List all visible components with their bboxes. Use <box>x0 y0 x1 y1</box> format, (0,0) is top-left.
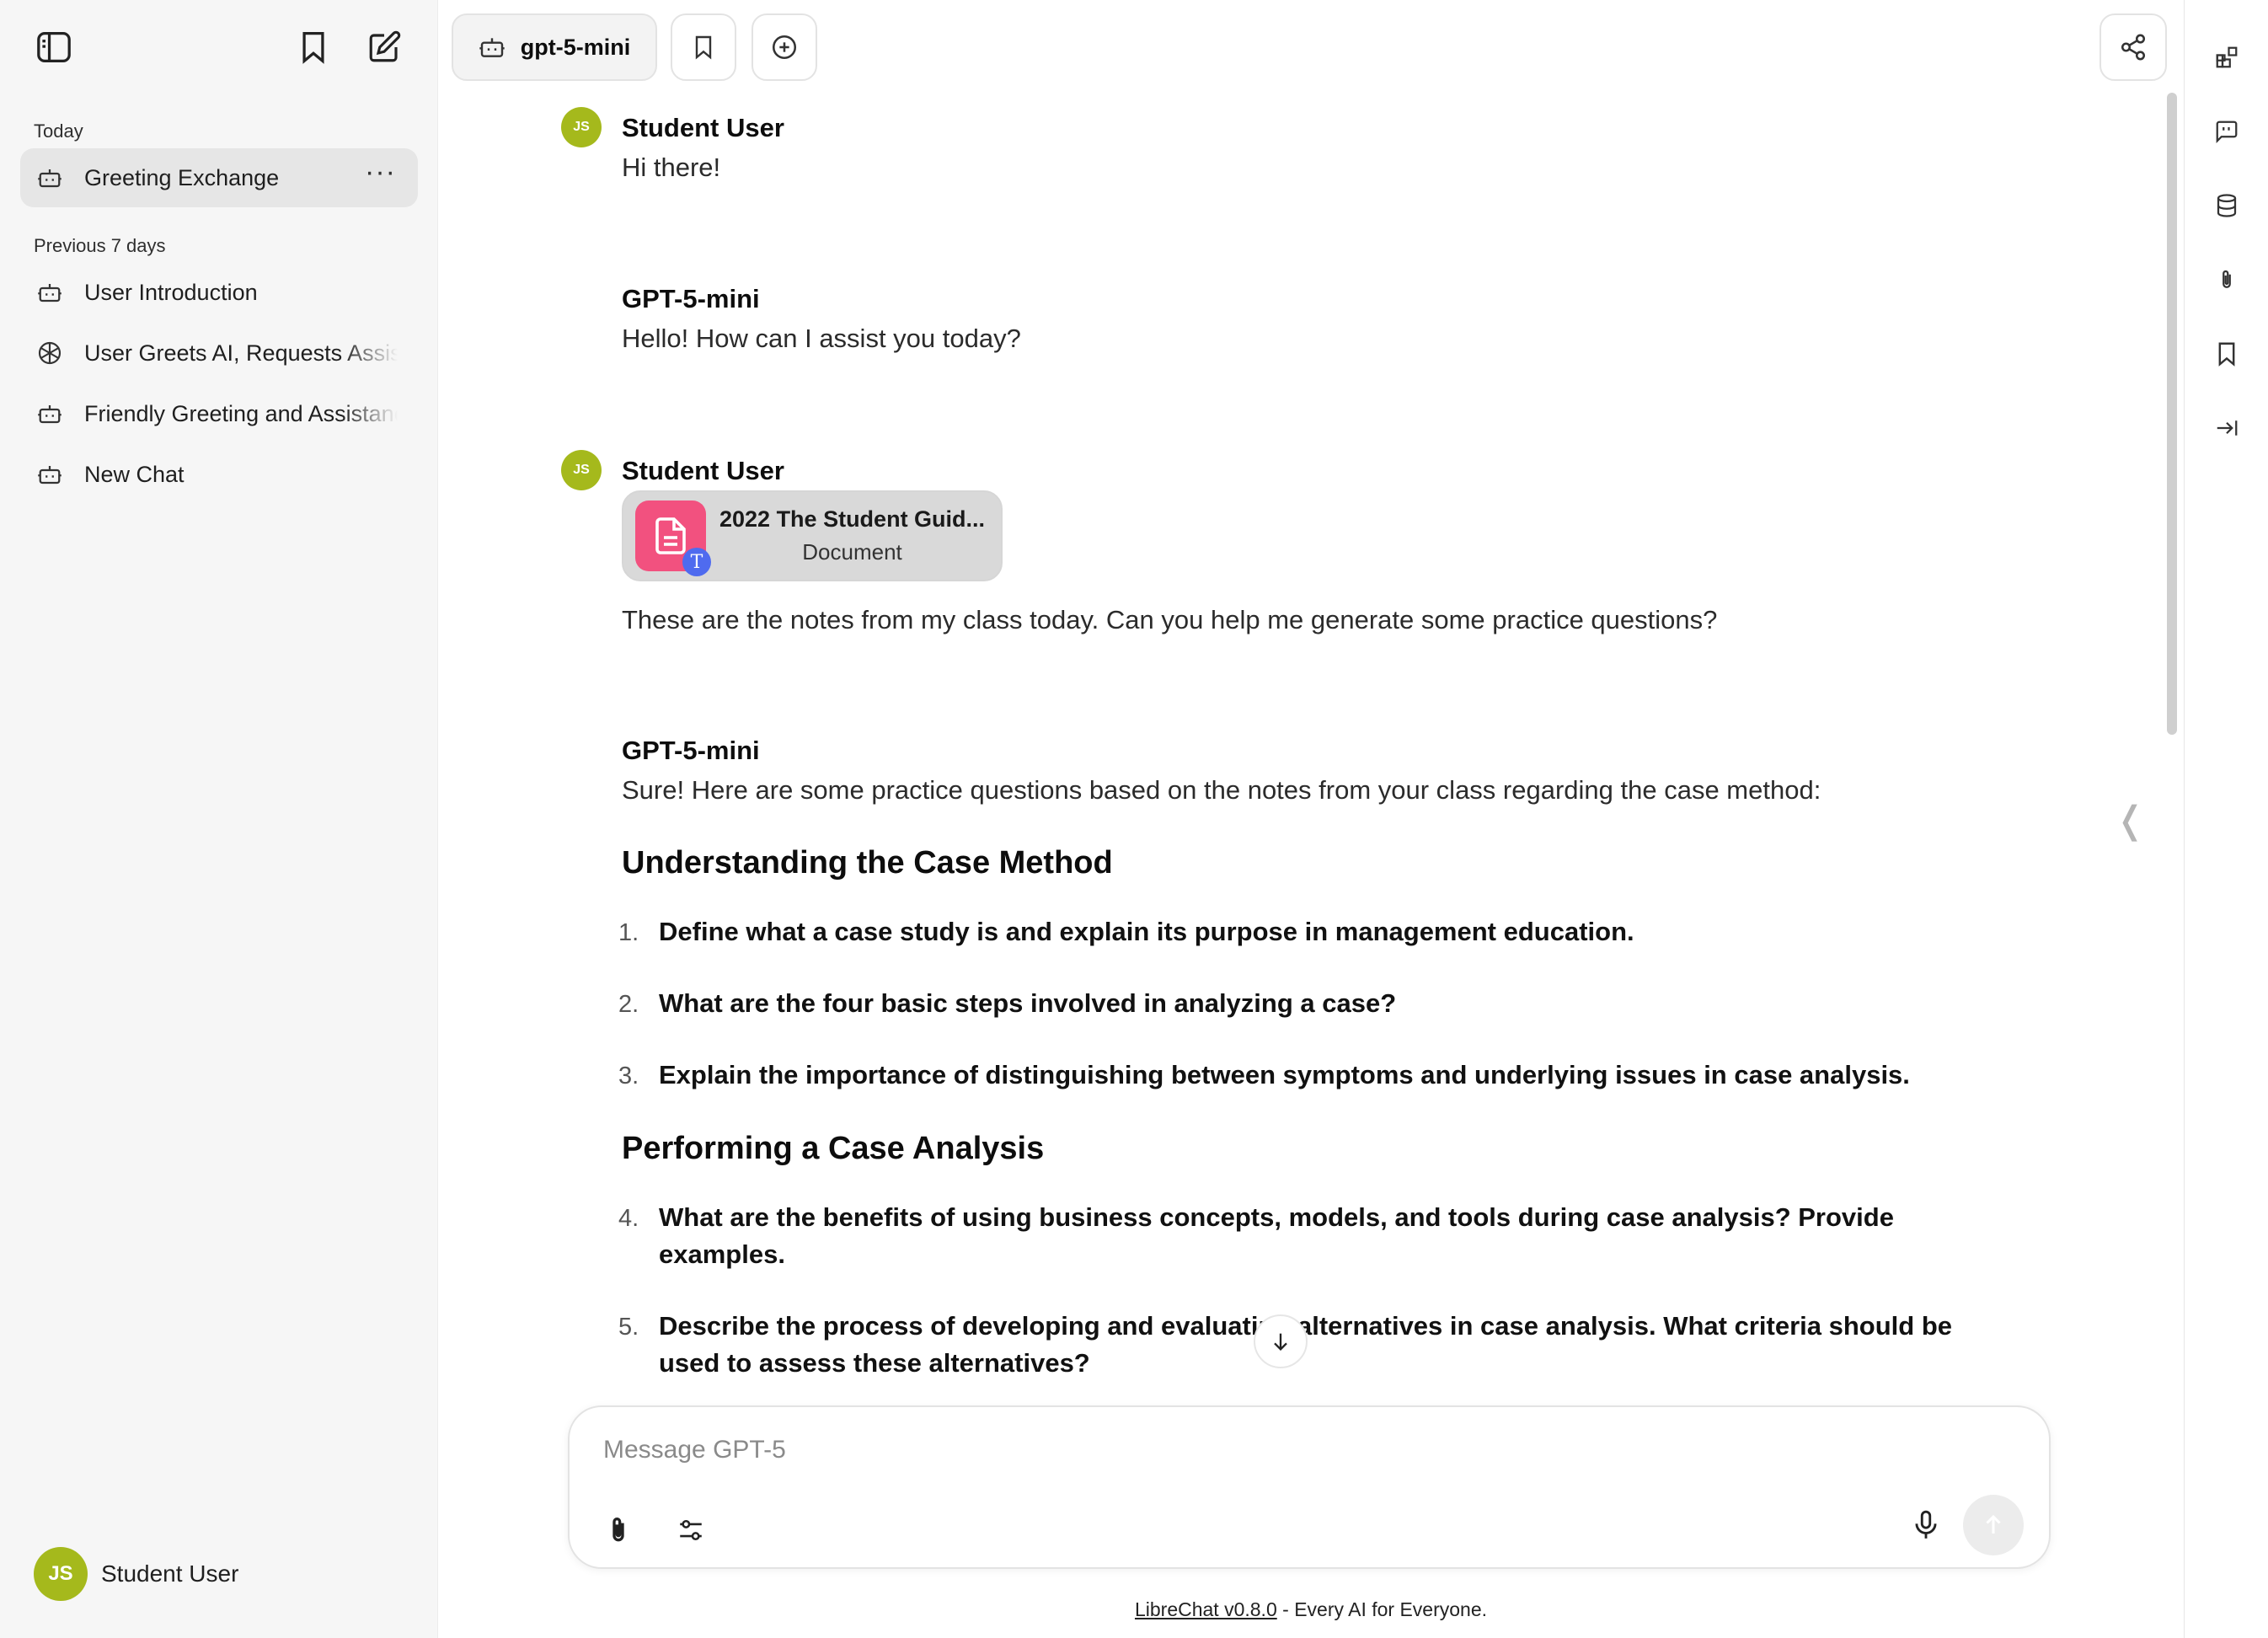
footer: LibreChat v0.8.0 - Every AI for Everyone… <box>438 1598 2184 1621</box>
sidebar-item-label: New Chat <box>84 461 185 487</box>
plus-circle-icon <box>772 35 797 60</box>
list-number: 5. <box>618 1314 639 1341</box>
message-text: These are the notes from my class today.… <box>622 605 1718 634</box>
collapse-panel-button[interactable] <box>2210 411 2244 445</box>
paperclip-icon <box>2223 270 2231 288</box>
share-button[interactable] <box>2100 13 2167 81</box>
sidebar-item-label: Friendly Greeting and Assistance <box>84 400 398 426</box>
microphone-icon <box>1915 1510 1937 1539</box>
arrow-right-to-line-icon <box>2217 420 2238 436</box>
sidebar-item-label: Greeting Exchange <box>84 164 280 190</box>
paperclip-icon <box>612 1518 624 1542</box>
new-chat-icon <box>369 30 401 62</box>
sidebar-item-user-greets-ai[interactable]: User Greets AI, Requests Assistance <box>20 324 418 383</box>
message-text: Hello! How can I assist you today? <box>622 324 1021 353</box>
file-attachment-card[interactable]: T 2022 The Student Guid... Document <box>622 490 1003 581</box>
avatar: JS <box>34 1547 88 1601</box>
chat-scrollbar[interactable] <box>2167 93 2177 735</box>
model-selector-button[interactable]: gpt-5-mini <box>452 13 657 81</box>
bot-icon <box>35 278 64 307</box>
message-input[interactable] <box>603 1436 1951 1464</box>
message-author: GPT-5-mini <box>622 736 760 765</box>
arrow-down-icon <box>1274 1333 1287 1351</box>
sidebar-item-friendly-greeting[interactable]: Friendly Greeting and Assistance <box>20 384 418 443</box>
footer-tagline: - Every AI for Everyone. <box>1276 1598 1488 1620</box>
message-text: Sure! Here are some practice questions b… <box>622 775 1821 805</box>
sidebar-item-label: User Introduction <box>84 279 258 305</box>
sidebar-item-label: User Greets AI, Requests Assistance <box>84 340 398 366</box>
bot-icon <box>35 460 64 489</box>
bookmarks-button[interactable] <box>288 24 339 71</box>
file-name: 2022 The Student Guid... <box>719 506 986 532</box>
message-author: GPT-5-mini <box>622 284 760 313</box>
document-icon: T <box>635 500 711 576</box>
add-model-button[interactable] <box>752 13 817 81</box>
share-icon <box>2121 34 2146 61</box>
section-previous-7-days: Previous 7 days <box>34 235 166 256</box>
section-heading: Performing a Case Analysis <box>622 1131 1045 1166</box>
message-author: Student User <box>622 113 784 142</box>
tools-settings-button[interactable] <box>666 1505 716 1555</box>
voice-input-button[interactable] <box>1901 1500 1951 1550</box>
bookmark-icon <box>302 32 324 64</box>
attach-file-button[interactable] <box>593 1505 644 1555</box>
user-menu[interactable]: JS Student User <box>34 1547 238 1601</box>
avatar: JS <box>561 450 602 490</box>
model-label: gpt-5-mini <box>520 34 631 60</box>
sliders-icon <box>680 1519 702 1541</box>
bookmark-icon <box>2218 342 2235 367</box>
list-number: 3. <box>618 1063 639 1089</box>
file-info: 2022 The Student Guid... Document <box>719 506 985 565</box>
agent-builder-button[interactable] <box>2210 40 2244 74</box>
list-number: 1. <box>618 919 639 946</box>
sidebar-item-user-introduction[interactable]: User Introduction <box>20 263 418 322</box>
list-item: Describe the process of developing and e… <box>659 1311 1952 1378</box>
list-item: Define what a case study is and explain … <box>659 917 1634 946</box>
avatar: JS <box>561 107 602 147</box>
file-type-badge: T <box>682 548 711 576</box>
scroll-to-bottom-button[interactable] <box>1254 1314 1308 1368</box>
arrow-up-icon <box>1986 1514 2001 1534</box>
bookmarks-panel-button[interactable] <box>2210 337 2244 371</box>
list-item: Explain the importance of distinguishing… <box>659 1060 1910 1089</box>
message-square-quote-icon <box>2216 120 2238 143</box>
message-composer <box>568 1405 2051 1569</box>
more-options-icon[interactable]: ··· <box>365 158 396 186</box>
bookmark-icon <box>695 35 712 60</box>
memories-button[interactable] <box>2210 189 2244 222</box>
section-heading: Understanding the Case Method <box>622 845 1113 881</box>
list-number: 4. <box>618 1205 639 1232</box>
database-icon <box>2217 194 2237 217</box>
file-type: Document <box>802 539 902 565</box>
toggle-sidebar-button[interactable] <box>29 24 79 71</box>
user-name: Student User <box>101 1560 239 1587</box>
message-author: Student User <box>622 456 784 485</box>
bot-icon <box>35 163 64 192</box>
sidebar: Today Greeting Exchange ··· Previous 7 d… <box>0 0 438 1638</box>
right-side-panel <box>2184 0 2268 1638</box>
bot-icon <box>479 38 505 57</box>
bookmark-conversation-button[interactable] <box>671 13 736 81</box>
section-today: Today <box>34 120 83 142</box>
message-text: Hi there! <box>622 153 721 182</box>
blocks-icon <box>2216 46 2238 68</box>
librechat-version-link[interactable]: LibreChat v0.8.0 <box>1135 1598 1277 1620</box>
send-button[interactable] <box>1963 1495 2024 1555</box>
list-number: 2. <box>618 991 639 1018</box>
list-item: What are the four basic steps involved i… <box>659 988 1397 1018</box>
bot-icon <box>35 399 64 428</box>
expand-panel-chevron-icon[interactable]: ❬ <box>2115 799 2146 842</box>
attachments-button[interactable] <box>2210 263 2244 297</box>
sidebar-item-greeting-exchange[interactable]: Greeting Exchange ··· <box>20 148 418 207</box>
sidebar-toggle-icon <box>37 32 71 62</box>
new-chat-button[interactable] <box>359 24 409 71</box>
list-item: What are the benefits of using business … <box>659 1202 1894 1269</box>
sidebar-item-new-chat[interactable]: New Chat <box>20 445 418 504</box>
openai-icon <box>35 339 64 367</box>
prompts-button[interactable] <box>2210 115 2244 148</box>
